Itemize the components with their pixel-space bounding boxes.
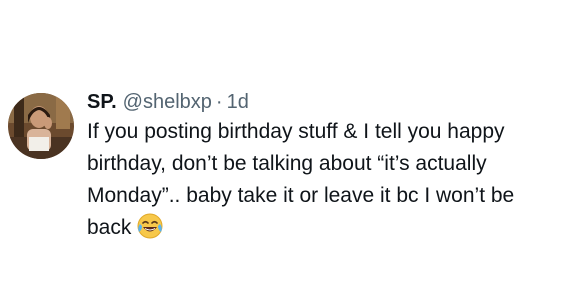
tweet-text-line: If you posting birthday stuff & I tell y… xyxy=(87,120,505,143)
tweet-text-line: back xyxy=(87,216,132,239)
tweet-text: If you posting birthday stuff & I tell y… xyxy=(87,116,575,244)
tweet[interactable]: SP. @shelbxp · 1d If you posting birthda… xyxy=(0,0,581,292)
separator-dot: · xyxy=(215,90,223,113)
tweet-text-line: birthday, don’t be talking about “it’s a… xyxy=(87,152,487,175)
display-name[interactable]: SP. xyxy=(87,91,117,114)
tweet-header: SP. @shelbxp · 1d xyxy=(87,88,249,116)
face-with-tears-of-joy-icon xyxy=(137,213,163,239)
avatar-image xyxy=(8,93,74,159)
tweet-text-last-line: back xyxy=(87,212,575,244)
timestamp[interactable]: 1d xyxy=(227,91,249,114)
user-handle[interactable]: @shelbxp xyxy=(123,91,212,114)
avatar[interactable] xyxy=(8,93,74,159)
tweet-text-line: Monday”.. baby take it or leave it bc I … xyxy=(87,184,515,207)
